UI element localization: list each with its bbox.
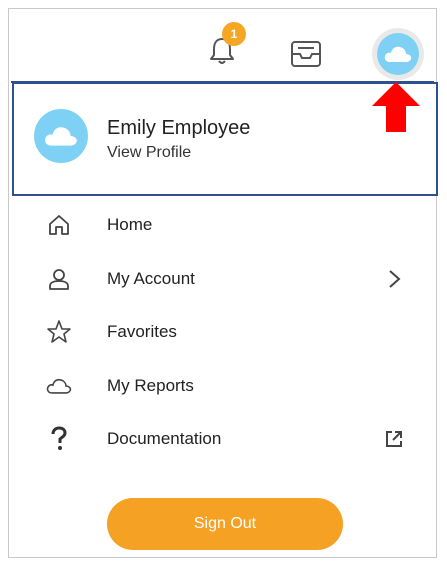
menu-item-documentation[interactable]: Documentation: [8, 416, 437, 462]
view-profile-link[interactable]: View Profile: [107, 144, 191, 162]
menu-item-home[interactable]: Home: [8, 202, 437, 248]
chevron-right-icon: [382, 267, 406, 291]
menu-item-my-reports[interactable]: My Reports: [8, 363, 437, 409]
home-icon: [46, 212, 72, 238]
menu-item-label: Documentation: [107, 429, 222, 448]
star-icon: [46, 319, 72, 345]
top-bar: 1: [9, 9, 436, 85]
cloud-icon: [34, 109, 88, 163]
cloud-icon: [377, 33, 419, 75]
avatar-button[interactable]: [372, 28, 424, 80]
question-icon: [46, 426, 72, 452]
menu-item-label: Home: [107, 215, 153, 234]
profile-name: Emily Employee: [107, 117, 251, 139]
menu-item-label: My Reports: [107, 376, 194, 395]
cloud-outline-icon: [46, 373, 72, 399]
menu-item-label: Favorites: [107, 322, 177, 341]
menu-item-my-account[interactable]: My Account: [8, 256, 437, 302]
external-link-icon: [382, 427, 406, 451]
red-arrow-up-icon: [372, 82, 420, 132]
notification-badge: 1: [222, 22, 246, 46]
menu-item-favorites[interactable]: Favorites: [8, 309, 437, 355]
person-icon: [46, 266, 72, 292]
inbox-icon[interactable]: [289, 39, 323, 69]
sign-out-button[interactable]: Sign Out: [107, 498, 343, 550]
menu-item-label: My Account: [107, 269, 195, 288]
